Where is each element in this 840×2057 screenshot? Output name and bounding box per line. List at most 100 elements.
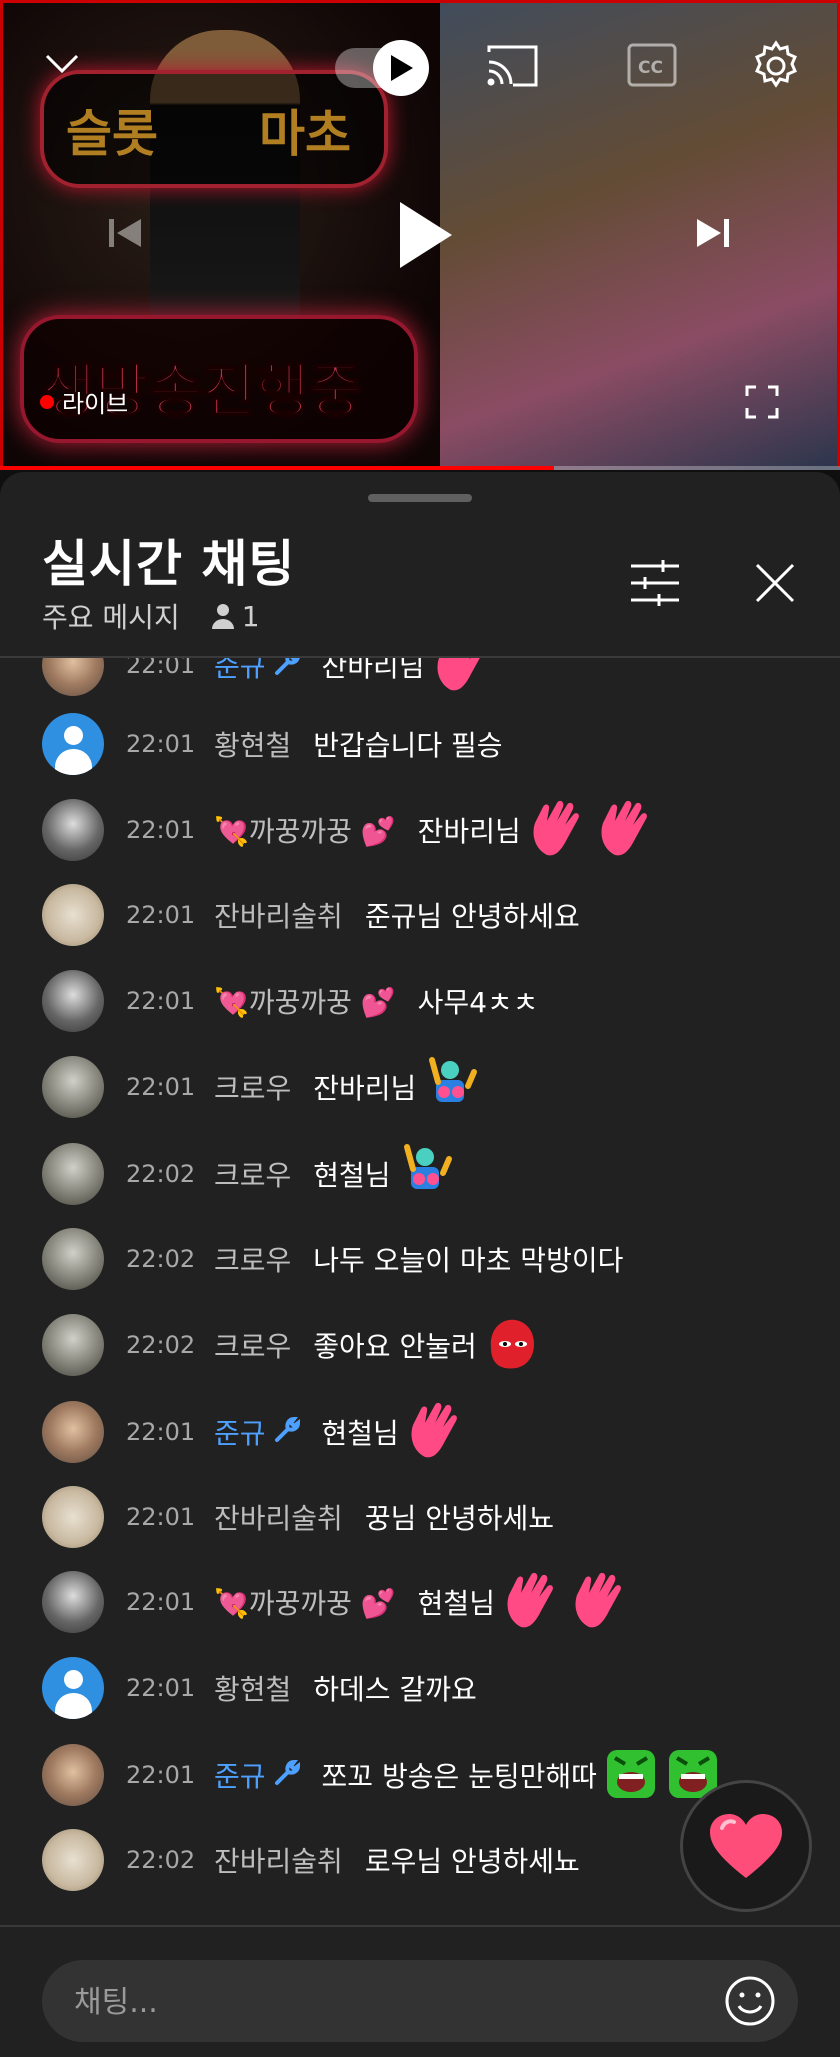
message-author[interactable]: 준규	[214, 658, 266, 685]
chat-message[interactable]: 22:02 크로우 좋아요 안눌러	[0, 1310, 840, 1380]
video-player[interactable]: 슬롯 마초 생방송진행중 CC 라이브	[0, 0, 840, 470]
avatar[interactable]	[42, 1571, 104, 1633]
chat-message[interactable]: 22:01 잔바리술취 꿍님 안녕하세뇨	[0, 1482, 840, 1552]
avatar[interactable]	[42, 658, 104, 696]
message-text: 하데스 갈까요	[313, 1673, 477, 1706]
dancing-person-emoji	[422, 1056, 478, 1118]
avatar[interactable]	[42, 1401, 104, 1463]
chat-message[interactable]: 22:02 크로우 현철님	[0, 1139, 840, 1209]
message-author[interactable]: 황현철	[214, 1668, 291, 1708]
chat-message[interactable]: 22:01 준규 현철님	[0, 1397, 840, 1467]
message-time: 22:01	[126, 816, 196, 844]
chevron-down-icon[interactable]	[36, 38, 88, 90]
message-author[interactable]: 크로우	[214, 1325, 291, 1365]
message-author[interactable]: 💘까꿍까꿍 💕	[214, 1582, 396, 1622]
message-line: 💘까꿍까꿍 💕 현철님	[214, 1571, 631, 1633]
message-time: 22:01	[126, 1761, 196, 1789]
wave-hand-emoji	[431, 658, 493, 696]
message-text: 반갑습니다 필승	[313, 729, 503, 762]
message-time: 22:01	[126, 1418, 196, 1446]
message-author[interactable]: 황현철	[214, 724, 291, 764]
avatar[interactable]	[42, 713, 104, 775]
chat-message[interactable]: 22:01 황현철 반갑습니다 필승	[0, 709, 840, 779]
captions-icon[interactable]: CC	[626, 42, 678, 88]
wave-hand-emoji	[527, 799, 589, 861]
message-line: 크로우 나두 오늘이 마초 막방이다	[214, 1239, 623, 1279]
message-author[interactable]: 크로우	[214, 1067, 291, 1107]
avatar[interactable]	[42, 1829, 104, 1891]
avatar[interactable]	[42, 970, 104, 1032]
chat-message[interactable]: 22:01 💘까꿍까꿍 💕 잔바리님	[0, 795, 840, 865]
message-author[interactable]: 잔바리술취	[214, 1497, 343, 1537]
wave-hand-emoji	[569, 1571, 631, 1633]
filter-settings-icon[interactable]	[620, 548, 690, 618]
message-line: 황현철 하데스 갈까요	[214, 1668, 477, 1708]
message-text: 잔바리님	[417, 815, 521, 848]
chat-title: 실시간 채팅	[42, 535, 296, 593]
chat-message[interactable]: 22:01 💘까꿍까꿍 💕 현철님	[0, 1567, 840, 1637]
message-author[interactable]: 크로우	[214, 1154, 291, 1194]
avatar[interactable]	[42, 884, 104, 946]
message-author[interactable]: 잔바리술취	[214, 1840, 343, 1880]
message-line: 크로우 잔바리님	[214, 1056, 478, 1118]
message-author[interactable]: 준규	[214, 1755, 266, 1795]
message-line: 크로우 현철님	[214, 1143, 453, 1205]
chat-mode-label[interactable]: 주요 메시지	[42, 596, 180, 636]
message-author[interactable]: 💘까꿍까꿍 💕	[214, 981, 396, 1021]
avatar[interactable]	[42, 1143, 104, 1205]
chat-message[interactable]: 22:01 💘까꿍까꿍 💕 사무4ㅊㅊ	[0, 966, 840, 1036]
message-text: 현철님	[321, 1417, 399, 1450]
emoji-picker-icon[interactable]	[722, 1973, 778, 2029]
progress-bar-fill	[0, 466, 555, 470]
message-time: 22:02	[126, 1245, 196, 1273]
message-author[interactable]: 준규	[214, 1412, 266, 1452]
message-line: 준규 쪼꼬 방송은 눈팅만해따	[214, 1744, 721, 1806]
drag-handle[interactable]	[368, 494, 472, 502]
chat-input[interactable]	[72, 1960, 696, 2044]
message-author[interactable]: 💘까꿍까꿍 💕	[214, 810, 396, 850]
avatar[interactable]	[42, 1314, 104, 1376]
progress-bar[interactable]	[0, 466, 840, 470]
message-line: 💘까꿍까꿍 💕 잔바리님	[214, 799, 657, 861]
message-time: 22:01	[126, 1674, 196, 1702]
chat-mode-row: 주요 메시지 1	[42, 596, 260, 636]
chat-input-box[interactable]	[42, 1960, 798, 2044]
avatar[interactable]	[42, 1486, 104, 1548]
chat-message[interactable]: 22:02 크로우 나두 오늘이 마초 막방이다	[0, 1224, 840, 1294]
avatar[interactable]	[42, 1657, 104, 1719]
moderator-wrench-icon	[274, 1416, 300, 1447]
live-dot	[40, 394, 54, 409]
chat-message[interactable]: 22:01 준규 잔바리님	[0, 658, 840, 700]
dancing-person-emoji	[397, 1143, 453, 1205]
viewer-count: 1	[210, 600, 260, 633]
avatar[interactable]	[42, 1228, 104, 1290]
avatar[interactable]	[42, 1056, 104, 1118]
play-icon[interactable]	[390, 190, 460, 280]
message-time: 22:01	[126, 1073, 196, 1101]
chat-message-list[interactable]: 22:01 준규 잔바리님 22:01 황현철 반갑습니다 필승 22:01 💘까꿍까꿍 💕 잔…	[0, 658, 840, 1932]
heart-reaction-button[interactable]	[680, 1780, 812, 1912]
chat-message[interactable]: 22:01 크로우 잔바리님	[0, 1052, 840, 1122]
autoplay-play-icon[interactable]	[373, 40, 429, 96]
message-author[interactable]: 잔바리술취	[214, 895, 343, 935]
message-text: 쪼꼬 방송은 눈팅만해따	[321, 1760, 597, 1793]
message-line: 준규 잔바리님	[214, 658, 493, 696]
chat-message[interactable]: 22:01 황현철 하데스 갈까요	[0, 1653, 840, 1723]
message-author[interactable]: 크로우	[214, 1239, 291, 1279]
message-time: 22:01	[126, 987, 196, 1015]
previous-icon[interactable]	[98, 206, 152, 260]
message-time: 22:02	[126, 1846, 196, 1874]
next-icon[interactable]	[686, 206, 740, 260]
chat-message[interactable]: 22:01 잔바리술취 준규님 안녕하세요	[0, 880, 840, 950]
fullscreen-icon[interactable]	[740, 380, 784, 424]
avatar[interactable]	[42, 799, 104, 861]
message-text: 좋아요 안눌러	[313, 1330, 477, 1363]
cast-icon[interactable]	[484, 40, 540, 92]
person-icon	[211, 604, 234, 629]
red-blob-emoji	[483, 1314, 539, 1376]
message-line: 잔바리술취 로우님 안녕하세뇨	[214, 1840, 580, 1880]
settings-icon[interactable]	[748, 38, 804, 94]
close-icon[interactable]	[740, 548, 810, 618]
avatar[interactable]	[42, 1744, 104, 1806]
moderator-wrench-icon	[274, 658, 300, 680]
